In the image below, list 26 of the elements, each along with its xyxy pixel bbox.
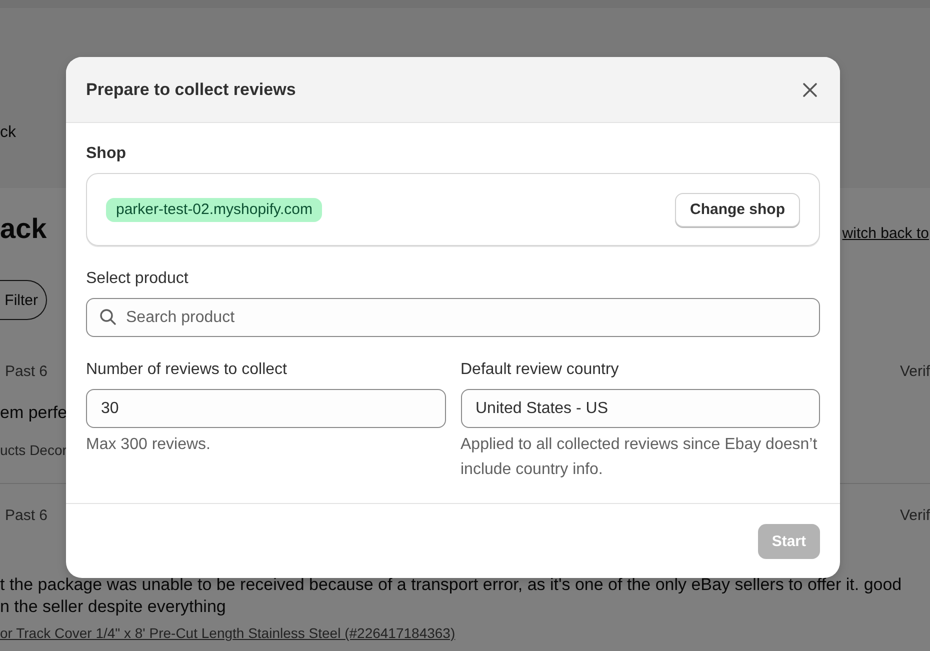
dialog-title: Prepare to collect reviews [86, 80, 296, 100]
select-product-label: Select product [86, 269, 190, 289]
switch-link[interactable]: witch back to [842, 224, 929, 242]
help-text: Applied to all collected reviews since Ebay doesn’t include country info. [460, 435, 818, 480]
search-field[interactable]: Search product [86, 298, 820, 337]
filter-button[interactable]: Filter [0, 280, 47, 320]
review-text: em perfe [0, 402, 68, 424]
product-link[interactable]: or Track Cover 1/4" x 8' Pre-Cut Length Stainless Steel (#226417184363) [0, 623, 456, 643]
page-title: ack [0, 212, 47, 246]
review-text: t the package was unable to be received because of a transport error, as it's one of the only eBay sellers to offer it. good [0, 574, 902, 596]
field-label: Default review country [460, 360, 620, 380]
review-text: n the seller despite everything [0, 596, 226, 618]
review-date: Past 6 [5, 506, 48, 526]
help-text: Max 300 reviews. [86, 435, 212, 455]
change-shop-button[interactable]: Change shop [674, 192, 800, 226]
shop-label: Shop [86, 144, 127, 164]
input-field[interactable]: United States - US [460, 389, 820, 428]
review-status: Verif [900, 506, 930, 526]
header-text: ck [0, 123, 17, 143]
product-name: ucts Decor [0, 441, 67, 460]
review-date: Past 6 [5, 362, 48, 382]
input-field[interactable]: 30 [86, 389, 446, 428]
review-status: Verif [900, 362, 930, 382]
search-icon [99, 308, 117, 326]
shop-domain-badge: parker-test-02.myshopify.com [106, 198, 322, 222]
field-label: Number of reviews to collect [86, 360, 288, 380]
